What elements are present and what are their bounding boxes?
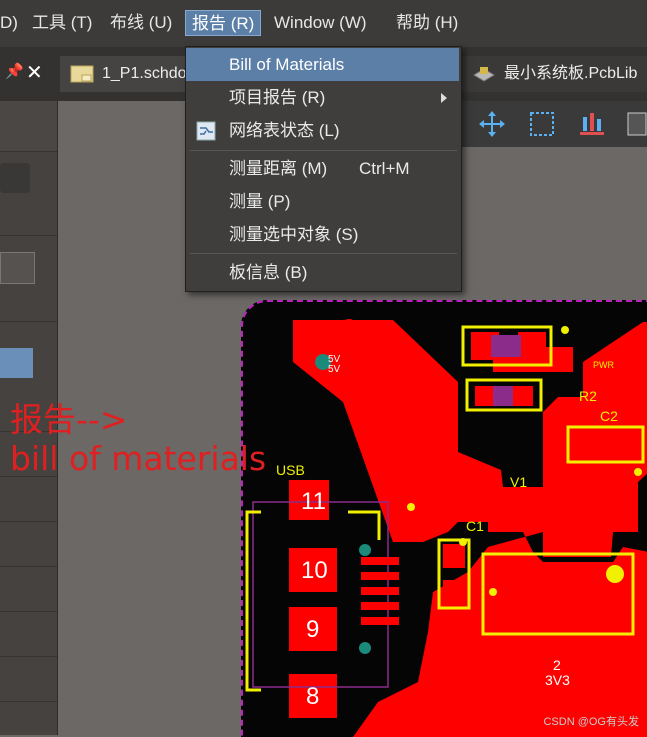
menu-route[interactable]: 布线 (U)	[104, 10, 178, 36]
menu-design-partial[interactable]: D)	[0, 10, 24, 36]
menu-item-netlist-status[interactable]: 网络表状态 (L)	[186, 114, 459, 147]
measure-distance-shortcut: Ctrl+M	[359, 159, 410, 178]
menu-help[interactable]: 帮助 (H)	[390, 10, 464, 36]
menu-item-measure[interactable]: 测量 (P)	[186, 185, 459, 218]
close-icon[interactable]: ✕	[26, 60, 43, 85]
usb-pad-11: 11	[301, 488, 326, 515]
component-icon[interactable]	[622, 109, 647, 139]
annotation-line-1: 报告-->	[10, 400, 128, 439]
submenu-arrow-icon	[441, 93, 447, 103]
align-icon[interactable]	[577, 109, 607, 139]
r2-designator: R2	[579, 388, 597, 404]
pin-icon[interactable]: 📌	[5, 62, 24, 80]
pcb-artwork	[245, 319, 647, 737]
menu-window[interactable]: Window (W)	[268, 10, 373, 36]
menu-item-project-reports[interactable]: 项目报告 (R)	[186, 81, 459, 114]
led-label-2: 5V	[328, 364, 341, 375]
pwr-label: PWR	[593, 360, 614, 370]
pcb-toolbar	[462, 101, 647, 147]
reports-dropdown-menu: Bill of Materials 项目报告 (R) 网络表状态 (L) 测量距…	[185, 46, 462, 292]
panel-field[interactable]	[0, 252, 35, 284]
menu-item-board-information[interactable]: 板信息 (B)	[186, 256, 459, 289]
tab-pcblib-label: 最小系统板.PcbLib	[504, 65, 638, 82]
project-reports-label: 项目报告 (R)	[229, 88, 326, 107]
measure-distance-label: 测量距离 (M)	[229, 159, 328, 178]
netlist-status-label: 网络表状态 (L)	[229, 121, 340, 140]
tab-schematic-label: 1_P1.schdo	[102, 65, 187, 82]
annotation-line-2: bill of materials	[10, 439, 267, 478]
regulator-label: 3V3	[545, 672, 570, 688]
panel-search-box[interactable]	[0, 163, 30, 193]
usb-designator: USB	[276, 462, 305, 478]
panel-selected-row[interactable]	[0, 348, 33, 378]
measure-label: 测量 (P)	[229, 192, 291, 211]
menu-item-measure-selected[interactable]: 测量选中对象 (S)	[186, 218, 459, 251]
select-area-icon[interactable]	[527, 109, 557, 139]
regulator-pin-label: 2	[553, 657, 561, 673]
menu-tools[interactable]: 工具 (T)	[26, 10, 98, 36]
bom-label: Bill of Materials	[229, 55, 345, 74]
menu-reports[interactable]: 报告 (R)	[185, 10, 262, 36]
menu-bar: D) 工具 (T) 布线 (U) 报告 (R) Window (W) 帮助 (H…	[0, 0, 647, 47]
schematic-doc-icon	[70, 65, 94, 83]
pcb-board[interactable]: 5V 5V USB V1 C1 R2 C2 PWR 11 10 9 8 2 3V…	[241, 300, 647, 737]
usb-pad-9: 9	[306, 616, 320, 643]
usb-pad-8: 8	[306, 683, 320, 710]
netlist-icon	[196, 121, 216, 141]
move-icon[interactable]	[477, 109, 507, 139]
menu-separator	[190, 253, 457, 254]
v1-designator: V1	[510, 474, 528, 490]
tab-pcblib[interactable]: 最小系统板.PcbLib	[462, 56, 647, 92]
board-information-label: 板信息 (B)	[229, 263, 308, 282]
c1-designator: C1	[466, 518, 484, 534]
tab-schematic[interactable]: 1_P1.schdo	[60, 56, 190, 92]
c2-designator: C2	[600, 408, 618, 424]
watermark: CSDN @OG有头发	[543, 716, 639, 728]
pcblib-icon	[473, 67, 495, 82]
menu-separator	[190, 150, 457, 151]
measure-selected-label: 测量选中对象 (S)	[229, 225, 359, 244]
usb-pad-10: 10	[301, 557, 328, 584]
menu-item-measure-distance[interactable]: 测量距离 (M) Ctrl+M	[186, 152, 459, 185]
menu-item-bill-of-materials[interactable]: Bill of Materials	[186, 48, 459, 81]
